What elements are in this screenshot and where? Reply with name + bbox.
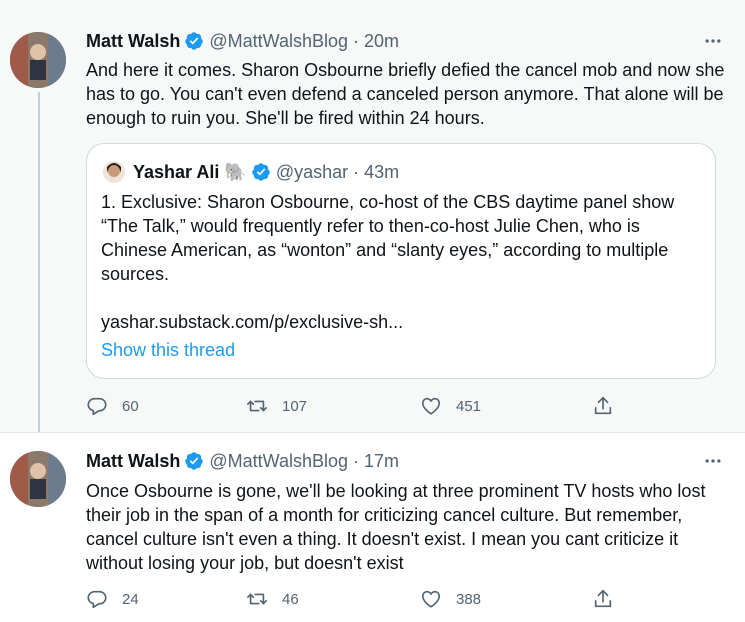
show-thread-link[interactable]: Show this thread xyxy=(101,338,235,362)
separator: · xyxy=(353,30,359,51)
reply-icon xyxy=(87,397,107,416)
retweet-button[interactable]: 46 xyxy=(246,587,299,611)
tweet-2[interactable]: Matt Walsh @MattWalshBlog · 17m Once Osb… xyxy=(0,432,745,622)
author-handle[interactable]: @MattWalshBlog xyxy=(209,451,348,472)
like-count: 388 xyxy=(456,590,482,608)
quoted-author-handle[interactable]: @yashar xyxy=(276,162,348,183)
reply-count: 24 xyxy=(122,590,139,608)
share-icon xyxy=(594,396,612,415)
retweet-count: 107 xyxy=(282,397,308,415)
author-handle[interactable]: @MattWalshBlog xyxy=(209,31,348,52)
like-count: 451 xyxy=(456,397,482,415)
quoted-link[interactable]: yashar.substack.com/p/exclusive-sh... xyxy=(101,310,403,334)
separator: · xyxy=(353,161,360,182)
avatar[interactable] xyxy=(10,32,66,88)
retweet-count: 46 xyxy=(282,590,299,608)
retweet-button[interactable]: 107 xyxy=(246,394,307,418)
tweet-actions: 60 107 451 xyxy=(86,394,626,418)
share-button[interactable] xyxy=(592,587,628,611)
like-button[interactable]: 388 xyxy=(420,587,481,611)
quoted-tweet[interactable]: Yashar Ali 🐘 @yashar · 43m 1. Exclusive:… xyxy=(86,143,716,379)
retweet-icon xyxy=(247,400,267,412)
tweet-text: And here it comes. Sharon Osbourne brief… xyxy=(86,60,725,128)
share-icon xyxy=(594,589,612,608)
heart-icon xyxy=(421,397,441,415)
retweet-icon xyxy=(247,593,267,605)
author-name[interactable]: Matt Walsh xyxy=(86,451,180,472)
separator: · xyxy=(353,450,359,471)
heart-icon xyxy=(421,590,441,608)
thread-connector-line xyxy=(38,92,40,444)
verified-badge-icon xyxy=(184,31,204,51)
author-name[interactable]: Matt Walsh xyxy=(86,31,180,52)
tweet-time[interactable]: 17m xyxy=(364,451,399,472)
more-horizontal-icon[interactable] xyxy=(701,449,725,473)
reply-button[interactable]: 60 xyxy=(86,394,139,418)
elephant-emoji: 🐘 xyxy=(224,162,247,182)
reply-icon xyxy=(87,590,107,609)
quoted-avatar xyxy=(103,161,125,183)
quoted-tweet-text: 1. Exclusive: Sharon Osbourne, co-host o… xyxy=(101,192,675,284)
like-button[interactable]: 451 xyxy=(420,394,481,418)
reply-button[interactable]: 24 xyxy=(86,587,139,611)
avatar[interactable] xyxy=(10,451,66,507)
tweet-time[interactable]: 20m xyxy=(364,31,399,52)
verified-badge-icon xyxy=(184,451,204,471)
verified-badge-icon xyxy=(251,162,271,182)
more-horizontal-icon[interactable] xyxy=(701,29,725,53)
tweet-1[interactable]: Matt Walsh @MattWalshBlog · 20m And here… xyxy=(0,0,745,432)
reply-count: 60 xyxy=(122,397,139,415)
share-button[interactable] xyxy=(592,394,628,418)
tweet-actions: 24 46 388 xyxy=(86,587,626,611)
tweet-text: Once Osbourne is gone, we'll be looking … xyxy=(86,481,706,573)
quoted-author-name[interactable]: Yashar Ali xyxy=(133,162,219,183)
quoted-tweet-time[interactable]: 43m xyxy=(364,162,399,183)
